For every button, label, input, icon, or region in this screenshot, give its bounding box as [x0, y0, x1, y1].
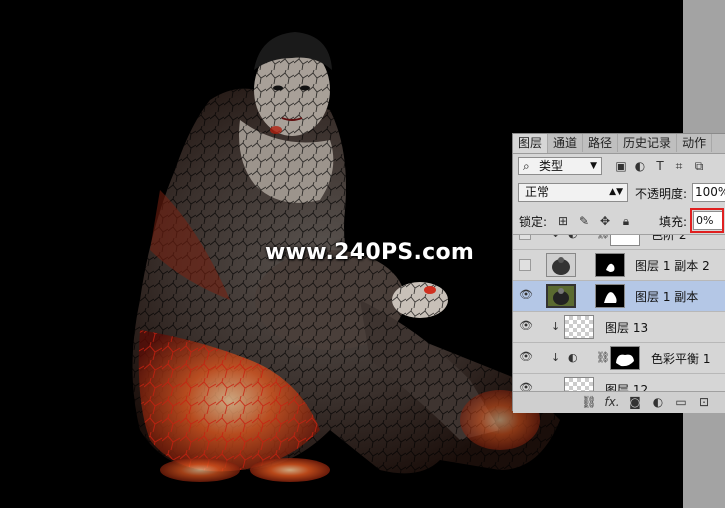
- blend-mode-select[interactable]: 正常 ▲▼: [518, 183, 628, 202]
- tab-channels[interactable]: 通道: [548, 134, 584, 152]
- eye-icon[interactable]: 👁︎: [519, 320, 533, 332]
- shape-filter-icon[interactable]: ⌗: [671, 157, 687, 175]
- new-adjustment-icon[interactable]: ◐: [650, 394, 666, 410]
- blend-row: 正常 ▲▼ 不透明度: 100%: [516, 182, 725, 204]
- mask-shape: [606, 263, 615, 272]
- fill-label: 填充:: [659, 215, 688, 229]
- adjustment-layer-icon: ◐: [568, 235, 578, 240]
- layers-list[interactable]: ↓ ◐ ⛓ 色阶 2 ⛓ 图层 1 副本 2 👁︎ ⛓: [513, 234, 725, 392]
- tab-layers[interactable]: 图层: [513, 134, 549, 153]
- layer-mask-thumbnail[interactable]: [595, 253, 625, 277]
- figure-thumbnail: [553, 288, 569, 305]
- lock-all-icon[interactable]: 🔒︎: [619, 213, 633, 229]
- layer-thumbnail[interactable]: [564, 377, 594, 392]
- panel-tabs: 图层 通道 路径 历史记录 动作: [513, 134, 725, 154]
- smart-object-filter-icon[interactable]: ⧉: [691, 157, 707, 175]
- layer-thumbnail[interactable]: [546, 253, 576, 277]
- opacity-field[interactable]: 100%: [692, 183, 725, 202]
- layers-bottom-bar: ⛓ fx. ◙ ◐ ▭ ⊡: [513, 391, 725, 413]
- link-icon: ⛓: [596, 351, 610, 364]
- layer-mask-thumbnail[interactable]: [610, 346, 640, 370]
- mask-shape: [616, 354, 634, 367]
- eye-icon[interactable]: 👁︎: [519, 351, 533, 363]
- type-filter-icon[interactable]: T: [652, 157, 668, 175]
- layer-row[interactable]: ↓ ◐ ⛓ 色阶 2: [513, 235, 725, 250]
- pixel-filter-icon[interactable]: ▣: [613, 157, 629, 175]
- layer-name[interactable]: 图层 13: [605, 319, 648, 336]
- chevron-down-icon: ▼: [590, 161, 597, 171]
- visibility-toggle[interactable]: [519, 259, 531, 271]
- tab-actions[interactable]: 动作: [677, 134, 713, 152]
- visibility-toggle[interactable]: [519, 235, 531, 240]
- figure-thumbnail: [552, 257, 570, 275]
- blend-mode-value: 正常: [525, 185, 550, 199]
- filter-kind-label: 类型: [539, 159, 564, 173]
- mask-shape: [604, 292, 617, 303]
- layer-thumbnail[interactable]: [564, 315, 594, 339]
- lock-row: 锁定: ⊞ ✎ ✥ 🔒︎ 填充: 0%: [516, 208, 725, 233]
- layer-row-selected[interactable]: 👁︎ ⛓ 图层 1 副本: [513, 281, 725, 312]
- clipping-arrow-icon: ↓: [551, 351, 561, 364]
- add-mask-icon[interactable]: ◙: [627, 394, 643, 410]
- layer-row[interactable]: 👁︎ ↓ ◐ ⛓ 色彩平衡 1: [513, 343, 725, 374]
- tab-history[interactable]: 历史记录: [618, 134, 678, 152]
- layer-row[interactable]: 👁︎ 图层 12: [513, 374, 725, 392]
- opacity-label: 不透明度:: [635, 187, 688, 201]
- search-icon: ⌕: [523, 159, 530, 173]
- chevron-down-icon: ▲▼: [609, 187, 623, 197]
- fill-highlight-box: [690, 208, 724, 233]
- fx-icon[interactable]: fx.: [604, 394, 620, 410]
- new-group-icon[interactable]: ▭: [673, 394, 689, 410]
- clipping-arrow-icon: ↓: [551, 235, 560, 240]
- filter-row: ⌕ 类型 ▼ ▣ ◐ T ⌗ ⧉: [516, 156, 724, 177]
- link-icon: ⛓: [596, 235, 610, 240]
- layer-name[interactable]: 图层 1 副本: [635, 288, 698, 305]
- link-layers-icon[interactable]: ⛓: [581, 394, 597, 410]
- layers-panel: 图层 通道 路径 历史记录 动作 ⌕ 类型 ▼ ▣ ◐ T ⌗ ⧉ 正常 ▲▼ …: [512, 133, 725, 413]
- lock-position-icon[interactable]: ✥: [598, 213, 612, 229]
- clipping-arrow-icon: ↓: [551, 320, 561, 333]
- layer-name[interactable]: 色彩平衡 1: [651, 350, 710, 367]
- layer-name[interactable]: 色阶 2: [651, 235, 686, 243]
- lock-pixels-icon[interactable]: ✎: [577, 213, 591, 229]
- layer-thumbnail[interactable]: [546, 284, 576, 308]
- watermark: www.240PS.com: [265, 240, 475, 265]
- layer-name[interactable]: 图层 1 副本 2: [635, 257, 710, 274]
- layer-mask-thumbnail[interactable]: [595, 284, 625, 308]
- adjustment-filter-icon[interactable]: ◐: [632, 157, 648, 175]
- lock-transparency-icon[interactable]: ⊞: [556, 213, 570, 229]
- filter-kind-select[interactable]: ⌕ 类型 ▼: [518, 157, 602, 175]
- new-layer-icon[interactable]: ⊡: [696, 394, 712, 410]
- lock-label: 锁定:: [519, 215, 548, 229]
- adjustment-layer-icon: ◐: [568, 351, 578, 364]
- tab-paths[interactable]: 路径: [583, 134, 619, 152]
- layer-row[interactable]: ⛓ 图层 1 副本 2: [513, 250, 725, 281]
- eye-icon[interactable]: 👁︎: [519, 289, 533, 301]
- layer-mask-thumbnail[interactable]: [610, 235, 640, 246]
- layer-row[interactable]: 👁︎ ↓ 图层 13: [513, 312, 725, 343]
